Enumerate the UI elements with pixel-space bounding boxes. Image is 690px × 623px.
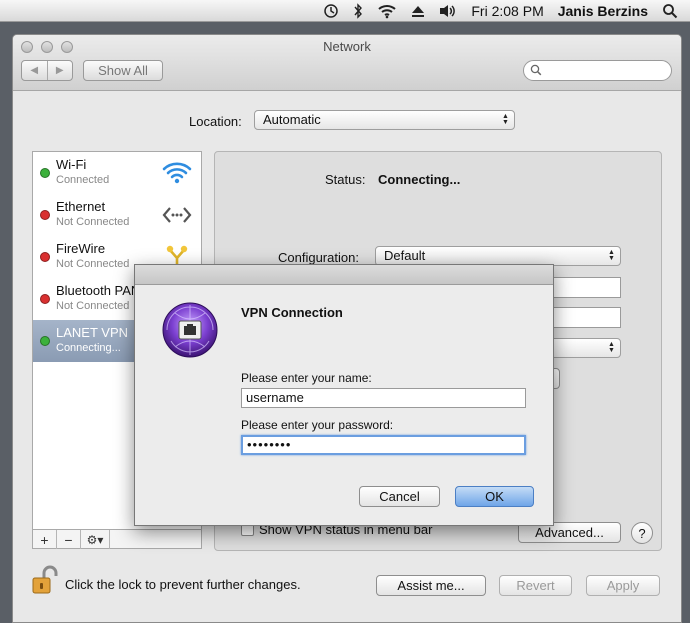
window-toolbar: Network ◀ ▶ Show All [13,35,681,91]
cancel-button[interactable]: Cancel [359,486,440,507]
gear-menu-button[interactable]: ⚙▾ [81,530,110,549]
forward-arrow-icon[interactable]: ▶ [46,61,73,80]
configuration-popup[interactable]: Default ▲ ▼ [375,246,621,266]
menu-bar: Fri 2:08 PM Janis Berzins [0,0,690,22]
popup-arrows-icon: ▲ ▼ [608,249,615,262]
ethernet-icon [162,207,192,223]
location-value: Automatic [263,112,321,127]
assist-me-button[interactable]: Assist me... [376,575,486,596]
service-status: Connected [56,174,110,186]
dialog-title-strip [135,265,553,285]
vpn-connection-dialog: VPN Connection Please enter your name: u… [134,264,554,526]
status-value: Connecting... [378,172,461,187]
configuration-value: Default [384,248,426,263]
service-name: LANET VPN [56,325,129,340]
search-icon [530,64,542,76]
wifi-icon [162,162,192,184]
back-forward-control: ◀ ▶ [21,60,73,81]
status-dot-icon [40,336,50,346]
lock-instruction-text: Click the lock to prevent further change… [65,577,301,592]
location-label: Location: [189,114,242,129]
menu-clock[interactable]: Fri 2:08 PM [471,3,543,19]
service-status: Not Connected [56,258,130,270]
server-address-field[interactable] [545,277,621,298]
service-list-toolbar: + − ⚙▾ [32,529,202,549]
account-name-field[interactable] [545,307,621,328]
encryption-popup[interactable]: ▲ ▼ [545,338,621,358]
service-name: FireWire [56,241,106,256]
popup-arrows-icon: ▲ ▼ [608,341,615,354]
add-service-button[interactable]: + [33,530,57,549]
name-label: Please enter your name: [241,371,372,385]
revert-button[interactable]: Revert [499,575,572,596]
service-name: Ethernet [56,199,106,214]
volume-icon[interactable] [439,3,457,19]
help-button[interactable]: ? [631,522,653,544]
service-name: Bluetooth PAN [56,283,141,298]
service-item-ethernet[interactable]: Ethernet Not Connected [33,194,201,236]
status-dot-icon [40,168,50,178]
popup-arrows-icon: ▲ ▼ [502,113,509,126]
eject-icon[interactable] [411,4,425,18]
status-dot-icon [40,210,50,220]
bluetooth-icon[interactable] [353,2,363,19]
service-name: Wi-Fi [56,157,87,172]
window-title: Network [323,39,371,54]
spotlight-icon[interactable] [662,3,678,19]
time-machine-icon[interactable] [323,3,339,19]
lock-icon[interactable] [31,565,59,595]
status-dot-icon [40,294,50,304]
dialog-title: VPN Connection [241,305,343,320]
service-item-wifi[interactable]: Wi-Fi Connected [33,152,201,194]
back-arrow-icon[interactable]: ◀ [22,61,47,80]
username-input[interactable]: username [241,388,526,408]
service-status: Not Connected [56,216,130,228]
wifi-icon[interactable] [377,3,397,19]
apply-button[interactable]: Apply [586,575,660,596]
show-all-button[interactable]: Show All [83,60,163,81]
menu-user-name[interactable]: Janis Berzins [558,3,648,19]
remove-service-button[interactable]: − [57,530,81,549]
password-input[interactable]: •••••••• [241,435,526,455]
ok-button[interactable]: OK [455,486,534,507]
service-status: Connecting... [56,342,121,354]
search-input[interactable] [523,60,672,81]
status-dot-icon [40,252,50,262]
location-popup[interactable]: Automatic ▲ ▼ [254,110,515,130]
configuration-label: Configuration: [278,250,359,265]
password-label: Please enter your password: [241,418,394,432]
service-status: Not Connected [56,300,130,312]
vpn-icon [162,302,218,358]
status-label: Status: [325,172,366,187]
